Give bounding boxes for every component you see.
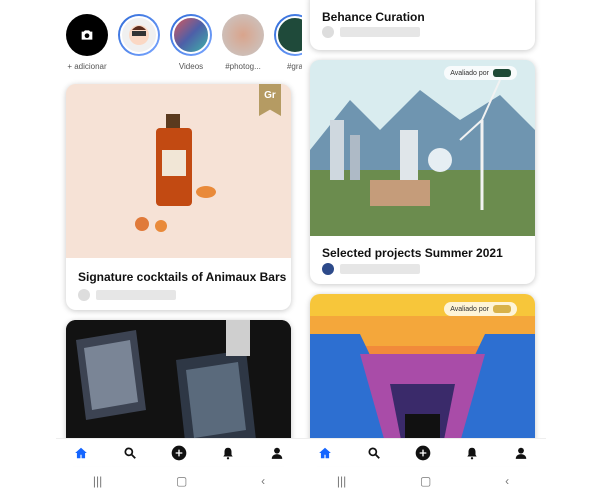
owner-name [340, 264, 420, 274]
search-icon [368, 446, 380, 459]
project-title: Behance Curation [322, 10, 425, 24]
add-icon [415, 445, 431, 460]
owner-avatar [78, 289, 90, 301]
nav-notifications[interactable] [462, 443, 482, 463]
right-screen: Behance Curation Avaliado por Selected p… [300, 0, 546, 496]
story-label: #photog... [225, 62, 261, 71]
project-card[interactable]: Gr Signature cocktails of Animaux Bars [66, 84, 291, 310]
system-nav: ||| ▢ ‹ [300, 466, 546, 496]
project-card[interactable]: Avaliado por [310, 294, 535, 460]
bell-icon [223, 447, 233, 459]
geometric-illustration [310, 294, 535, 460]
nav-profile[interactable] [511, 443, 531, 463]
system-nav: ||| ▢ ‹ [56, 466, 302, 496]
bottle-illustration [66, 84, 291, 258]
story-photog[interactable]: #photog... [222, 14, 264, 78]
project-owner [78, 289, 176, 301]
story-videos[interactable]: Videos [170, 14, 212, 78]
home-button-icon[interactable]: ▢ [420, 474, 431, 488]
story-add[interactable]: + adicionar [66, 14, 108, 78]
project-owner [322, 263, 420, 275]
nav-profile[interactable] [267, 443, 287, 463]
owner-avatar [322, 26, 334, 38]
owner-name [340, 27, 420, 37]
project-title: Signature cocktails of Animaux Bars [78, 270, 287, 284]
project-image: Gr [66, 84, 291, 258]
project-owner [322, 26, 420, 38]
nav-add[interactable] [413, 443, 433, 463]
home-icon [74, 447, 87, 458]
project-card[interactable]: Avaliado por Selected projects Summer 20… [310, 60, 535, 284]
page: + adicionar Videos #photog... #gra Gr Si… [0, 0, 600, 496]
bell-icon [467, 447, 477, 459]
camera-icon [81, 30, 93, 40]
profile-icon [516, 447, 527, 459]
left-screen: + adicionar Videos #photog... #gra Gr Si… [56, 0, 302, 496]
nav-search[interactable] [120, 443, 140, 463]
profile-icon [272, 447, 283, 459]
nav-search[interactable] [364, 443, 384, 463]
owner-name [96, 290, 176, 300]
bottom-nav [300, 438, 546, 466]
home-button-icon[interactable]: ▢ [176, 474, 187, 488]
story-gra[interactable]: #gra [274, 14, 302, 78]
bottom-nav [56, 438, 302, 466]
story-label: Videos [178, 62, 204, 71]
stories-row: + adicionar Videos #photog... #gra [66, 14, 302, 78]
project-image: Avaliado por [310, 60, 535, 236]
camera-button[interactable] [66, 14, 108, 56]
recent-apps-icon[interactable]: ||| [93, 474, 102, 488]
evaluated-badge: Avaliado por [444, 302, 517, 316]
city-illustration [310, 60, 535, 236]
owner-avatar [322, 263, 334, 275]
project-image: Avaliado por [310, 294, 535, 460]
nav-home[interactable] [315, 443, 335, 463]
nav-notifications[interactable] [218, 443, 238, 463]
home-icon [318, 447, 331, 458]
evaluated-badge: Avaliado por [444, 66, 517, 80]
nav-add[interactable] [169, 443, 189, 463]
nav-home[interactable] [71, 443, 91, 463]
story-label: + adicionar [67, 62, 107, 71]
story-item[interactable] [118, 14, 160, 78]
back-icon[interactable]: ‹ [261, 474, 265, 488]
add-icon [171, 445, 187, 460]
project-title: Selected projects Summer 2021 [322, 246, 503, 260]
search-icon [124, 446, 136, 459]
cartoon-avatar-icon [129, 25, 149, 45]
back-icon[interactable]: ‹ [505, 474, 509, 488]
project-card[interactable]: Behance Curation [310, 0, 535, 50]
recent-apps-icon[interactable]: ||| [337, 474, 346, 488]
